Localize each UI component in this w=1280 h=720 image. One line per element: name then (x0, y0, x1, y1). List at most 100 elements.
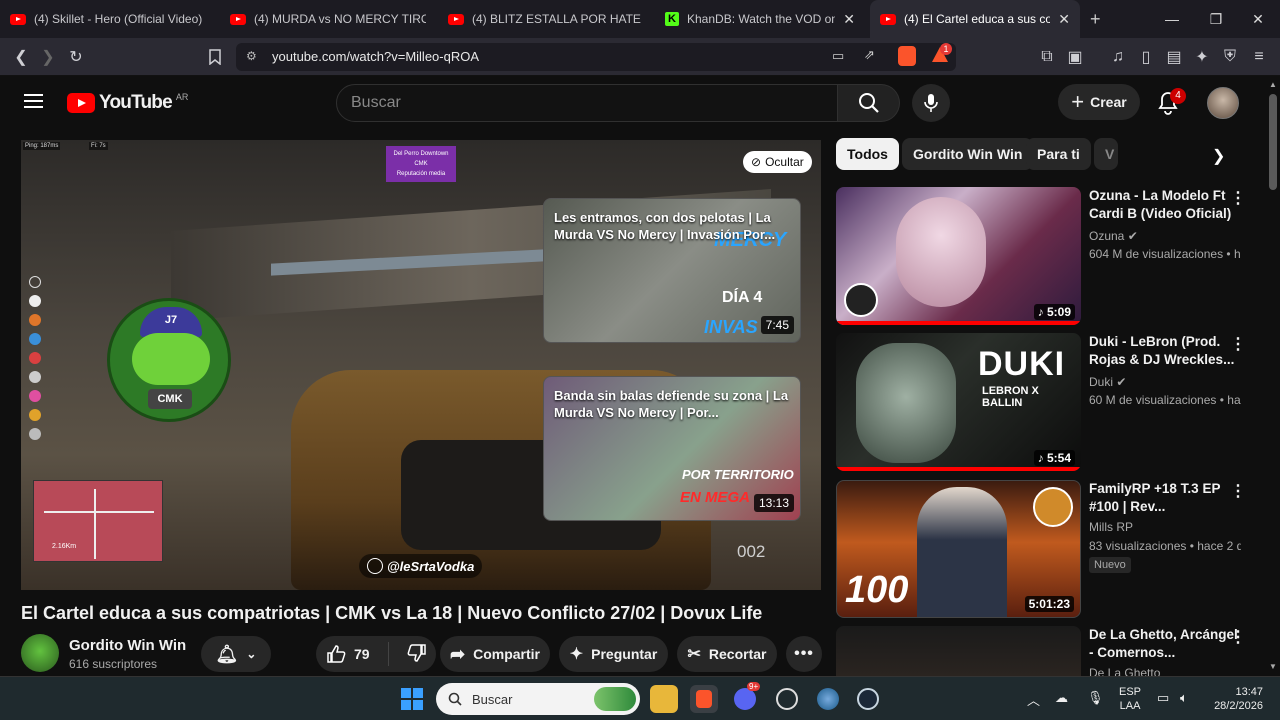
share-icon[interactable]: ⇗ (864, 47, 875, 63)
recommendation-title[interactable]: Ozuna - La Modelo Ft Cardi B (Video Ofic… (1089, 187, 1239, 223)
language-indicator[interactable]: ESP LAA (1119, 685, 1141, 713)
hud-icon (29, 428, 41, 440)
endcard-title: Banda sin balas defiende su zona | La Mu… (554, 388, 789, 420)
search-input[interactable]: Buscar (351, 94, 401, 112)
recommendation-thumbnail[interactable]: ♪ 5:09 (836, 187, 1081, 325)
create-button[interactable]: + Crear (1058, 84, 1140, 120)
bell-icon: 🔔︎ (215, 643, 239, 664)
new-tab-icon[interactable]: + (1090, 9, 1101, 30)
channel-avatar[interactable] (21, 634, 59, 672)
more-vertical-icon[interactable]: ⋮ (1230, 188, 1246, 208)
browser-tab[interactable]: (4) MURDA vs NO MERCY TIROTEO - YouTube (220, 0, 436, 38)
hamburger-menu-icon[interactable] (24, 94, 43, 108)
minimize-icon[interactable]: — (1150, 0, 1194, 38)
recommendation-title[interactable]: De La Ghetto, Arcángel - Comernos... (1089, 626, 1239, 662)
wallet-icon[interactable]: ▣ (1064, 46, 1086, 68)
globe-app-icon[interactable] (814, 685, 842, 713)
ask-button[interactable]: ✦ Preguntar (559, 636, 668, 672)
clock-time: 13:47 (1235, 686, 1263, 698)
hide-endscreen-button[interactable]: ⊘ Ocultar (743, 151, 812, 173)
clock[interactable]: 13:47 28/2/2026 (1207, 685, 1263, 713)
wallet-extension-icon[interactable]: ▤ (1163, 46, 1185, 68)
browser-tab-active[interactable]: (4) El Cartel educa a sus compatriotas ✕ (870, 0, 1080, 38)
browser-tab[interactable]: (4) BLITZ ESTALLA POR HATE HACIA - YouTu… (438, 0, 652, 38)
video-player[interactable]: Ping: 187ms Fi: 7s Del Perro Downtown CM… (21, 140, 821, 590)
brave-shields-icon[interactable] (898, 46, 916, 66)
chip-channel[interactable]: Gordito Win Win (902, 138, 1034, 170)
close-tab-icon[interactable]: ✕ (843, 11, 855, 28)
reload-icon[interactable]: ↻ (65, 46, 87, 68)
forward-icon[interactable]: ❯ (37, 46, 59, 68)
tray-overflow-icon[interactable]: ︿ (1027, 690, 1040, 709)
cast-icon[interactable]: ▭ (832, 48, 844, 64)
site-info-icon[interactable]: ⚙ (246, 49, 257, 63)
volume-icon[interactable]: 🔈︎ (1180, 690, 1188, 706)
thumb-duration: 5:01:23 (1024, 596, 1074, 612)
more-vertical-icon[interactable]: ⋮ (1230, 481, 1246, 501)
bookmark-icon[interactable] (204, 46, 226, 68)
endscreen-card[interactable]: MERCY DÍA 4 INVAS Les entramos, con dos … (543, 198, 801, 343)
subscription-bell-button[interactable]: 🔔︎ ⌄ (201, 636, 271, 672)
browser-tab[interactable]: K KhanDB: Watch the VOD on Kick ✕ (655, 0, 865, 38)
scroll-down-arrow[interactable]: ▼ (1269, 662, 1277, 671)
windows-start-icon[interactable] (398, 685, 426, 713)
discord-icon[interactable]: 9+ (731, 682, 761, 713)
watched-progress (836, 321, 1081, 325)
plus-icon: + (1071, 89, 1085, 114)
leo-ai-icon[interactable]: ✦ (1191, 46, 1213, 68)
search-box[interactable]: Buscar (336, 84, 838, 122)
endscreen-card[interactable]: POR TERRITORIO EN MEGA Banda sin balas d… (543, 376, 801, 521)
brave-browser-icon[interactable] (690, 685, 718, 713)
thumb-subline: LEBRON X BALLIN (982, 385, 1039, 409)
onedrive-icon[interactable]: ☁ (1055, 690, 1068, 706)
chip-all[interactable]: Todos (836, 138, 899, 170)
more-vertical-icon[interactable]: ⋮ (1230, 334, 1246, 354)
recommendation-title[interactable]: Duki - LeBron (Prod. Rojas & DJ Wreckles… (1089, 333, 1239, 369)
network-icon[interactable]: ▭ (1157, 690, 1169, 706)
sidebar-icon[interactable]: ▯ (1135, 46, 1157, 68)
recommendation-channel[interactable]: Duki ✔ (1089, 375, 1126, 389)
steam-icon[interactable] (854, 685, 882, 713)
youtube-logo[interactable]: YouTube AR (67, 92, 188, 114)
dislike-button[interactable] (407, 643, 427, 665)
taskbar-search[interactable]: Buscar (436, 683, 640, 715)
search-button[interactable] (838, 84, 900, 122)
recorder-icon[interactable] (773, 685, 801, 713)
back-icon[interactable]: ❮ (10, 46, 32, 68)
page-scrollbar[interactable]: ▲ ▼ (1266, 76, 1280, 676)
file-explorer-icon[interactable] (650, 685, 678, 713)
avatar[interactable] (1207, 87, 1239, 119)
microphone-tray-icon[interactable]: 🎙︎ (1087, 690, 1104, 706)
channel-name[interactable]: Gordito Win Win (69, 637, 186, 654)
maximize-icon[interactable]: ❐ (1194, 0, 1238, 38)
share-button[interactable]: ➦ Compartir (440, 636, 550, 672)
more-actions-button[interactable]: ••• (786, 636, 822, 672)
scroll-up-arrow[interactable]: ▲ (1269, 80, 1277, 89)
browser-tab[interactable]: (4) Skillet - Hero (Official Video) - Yo… (0, 0, 216, 38)
recommendation-channel[interactable]: Mills RP (1089, 520, 1133, 534)
clip-button[interactable]: ✂ Recortar (677, 636, 777, 672)
notifications-button[interactable]: 4 (1157, 88, 1186, 120)
address-bar[interactable]: ⚙ youtube.com/watch?v=Milleo-qROA ▭ ⇗ 1 (236, 43, 956, 71)
twitter-icon (367, 558, 383, 574)
scrollbar-thumb[interactable] (1269, 94, 1277, 190)
recommendation-thumbnail[interactable]: 100 5:01:23 (836, 480, 1081, 618)
music-icon[interactable]: ♫ (1107, 46, 1129, 68)
chip-partial[interactable]: V (1094, 138, 1118, 170)
chips-next-icon[interactable]: ❯ (1212, 146, 1225, 166)
recommendation-thumbnail[interactable]: DUKI LEBRON X BALLIN ♪ 5:54 (836, 333, 1081, 471)
chip-for-you[interactable]: Para ti (1026, 138, 1091, 170)
more-vertical-icon[interactable]: ⋮ (1230, 627, 1246, 647)
voice-search-button[interactable] (912, 84, 950, 122)
vpn-icon[interactable]: ⛨ (1219, 46, 1241, 68)
recommendation-channel[interactable]: De La Ghetto (1089, 666, 1160, 676)
extensions-icon[interactable]: ⧉ (1036, 46, 1058, 68)
like-button[interactable]: 79 (326, 645, 370, 663)
recommendation-channel[interactable]: Ozuna ✔ (1089, 229, 1138, 243)
recommendation-thumbnail[interactable] (836, 626, 1081, 676)
menu-icon[interactable]: ≡ (1248, 46, 1270, 68)
close-tab-icon[interactable]: ✕ (1058, 11, 1070, 28)
close-window-icon[interactable]: ✕ (1236, 0, 1280, 38)
duration-text: 5:54 (1046, 451, 1071, 465)
recommendation-title[interactable]: FamilyRP +18 T.3 EP #100 | Rev... (1089, 480, 1239, 516)
